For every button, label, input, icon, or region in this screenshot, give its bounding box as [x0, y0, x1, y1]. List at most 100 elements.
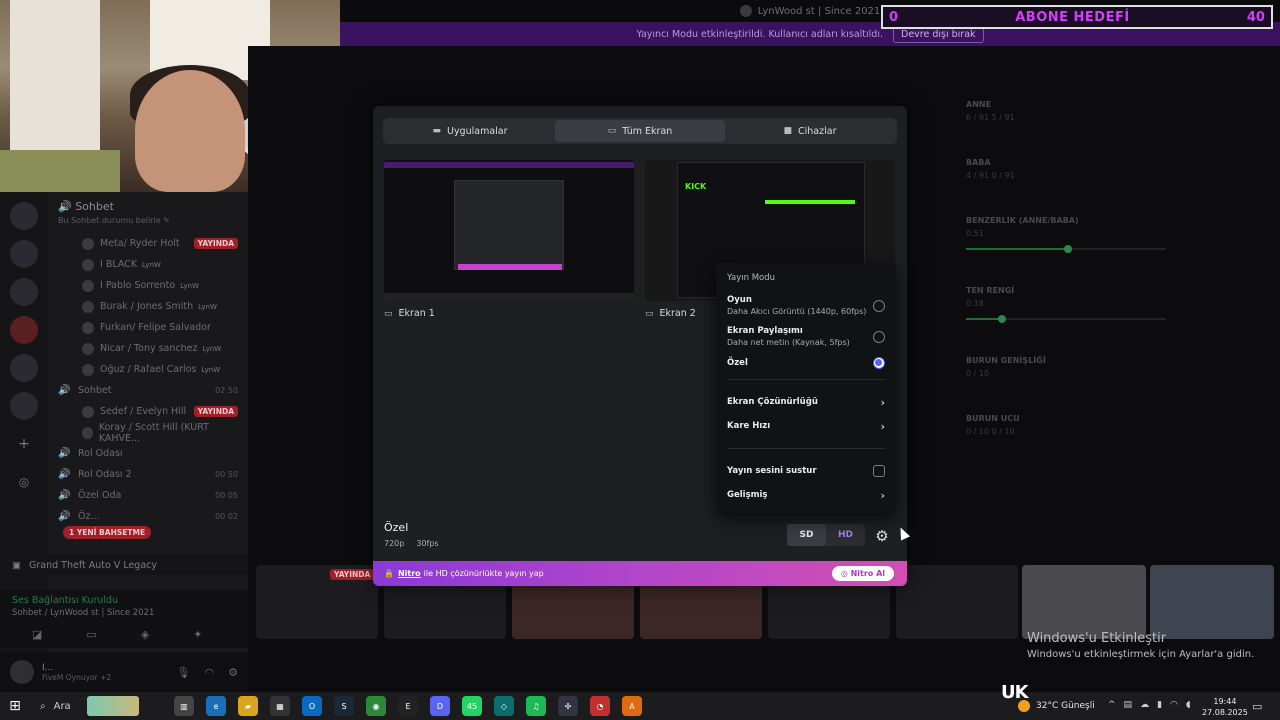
stream-settings-gear-icon[interactable]: ⚙ — [871, 525, 893, 547]
source-tabs: ▬ Uygulamalar ▭ Tüm Ekran ■ Cihazlar — [383, 118, 897, 144]
avatar[interactable] — [10, 660, 34, 684]
panel-section: TEN RENGİ 0.18 — [966, 286, 1166, 323]
server-icon[interactable] — [10, 316, 38, 344]
screen-icon: ▭ — [607, 126, 617, 136]
discord-icon[interactable]: D — [430, 696, 450, 716]
goal-left-value: 0 — [889, 9, 899, 25]
voice-channel-header[interactable]: 🔊 Sohbet Bu Sohbet durumu belirle ✎ — [48, 192, 248, 233]
stream-tile[interactable] — [1150, 565, 1274, 639]
mode-option-game[interactable]: Oyun Daha Akıcı Görüntü (1440p, 60fps) — [727, 295, 885, 316]
mode-option-screenshare[interactable]: Ekran Paylaşımı Daha net metin (Kaynak, 5… — [727, 326, 885, 347]
voice-member[interactable]: Nicar / Tony sanchez LynW — [48, 338, 248, 359]
get-nitro-button[interactable]: ◎ Nitro Al — [831, 566, 894, 581]
server-icon[interactable] — [10, 240, 38, 268]
usb-icon[interactable]: ▮ — [1157, 700, 1162, 710]
mute-checkbox[interactable] — [873, 465, 885, 477]
member-tag: LynW — [201, 365, 221, 374]
sd-button[interactable]: SD — [787, 524, 826, 546]
notification-icon[interactable]: ▭ — [1252, 700, 1262, 713]
voice-member[interactable]: Burak / Jones Smith LynW — [48, 296, 248, 317]
radio-button-selected[interactable] — [873, 357, 885, 369]
voice-channel[interactable]: 🔊 Öz... 00 02 — [48, 506, 248, 527]
activity-icon[interactable]: ◈ — [141, 628, 149, 641]
voice-member[interactable]: Oğuz / Rafael Carlos LynW — [48, 359, 248, 380]
radio-button[interactable] — [873, 330, 885, 343]
app-icon[interactable]: ◔ — [590, 696, 610, 716]
chrome-icon[interactable]: ◉ — [366, 696, 386, 716]
chevron-up-icon[interactable]: ^ — [1108, 700, 1116, 710]
screenshare-icon[interactable]: ▭ — [86, 628, 96, 641]
voice-member[interactable]: Sedef / Evelyn Hill YAYINDA — [48, 401, 248, 422]
radio-button[interactable] — [873, 299, 885, 312]
microphone-icon[interactable]: 🎙 — [177, 666, 191, 679]
channel-status[interactable]: Bu Sohbet durumu belirle ✎ — [58, 216, 238, 225]
search-highlight-image — [86, 696, 139, 716]
avatar — [82, 363, 94, 376]
similarity-slider[interactable] — [966, 245, 1166, 253]
server-icon[interactable] — [10, 354, 38, 382]
whatsapp-icon[interactable]: 45 — [462, 696, 482, 716]
task-view-icon[interactable]: ▥ — [174, 696, 194, 716]
tab-entire-screen[interactable]: ▭ Tüm Ekran — [555, 120, 725, 142]
settings-icon[interactable]: ⚙ — [228, 666, 238, 679]
screen-option-1[interactable]: ▭ Ekran 1 — [384, 160, 634, 319]
voice-channel[interactable]: 🔊 Sohbet 02 50 — [48, 380, 248, 401]
voice-member[interactable]: I BLACK LynW — [48, 254, 248, 275]
discover-icon[interactable]: ◎ — [10, 468, 38, 496]
search-placeholder: Ara — [53, 700, 71, 712]
voice-channel[interactable]: 🔊 Özel Oda 00 05 — [48, 485, 248, 506]
channel-name: Sohbet — [75, 200, 114, 213]
new-mention-badge[interactable]: 1 YENİ BAHSETME — [63, 526, 152, 539]
steam-icon[interactable]: S — [334, 696, 354, 716]
voice-member[interactable]: Koray / Scott Hill (KURT KAHVE... — [48, 422, 248, 444]
app-icon[interactable]: A — [622, 696, 642, 716]
network-icon[interactable]: ▤ — [1124, 700, 1133, 710]
server-icon[interactable] — [10, 278, 38, 306]
speaker-icon: 🔊 — [58, 385, 71, 396]
edge-icon[interactable]: e — [206, 696, 226, 716]
soundboard-icon[interactable]: ✦ — [193, 628, 202, 641]
nitro-link[interactable]: Nitro — [398, 569, 421, 578]
epic-icon[interactable]: E — [398, 696, 418, 716]
taskbar-search[interactable]: ⌕ Ara — [30, 696, 160, 716]
live-badge: YAYINDA — [193, 238, 238, 249]
cloud-icon[interactable]: ☁ — [1140, 700, 1149, 710]
voice-channel[interactable]: 🔊 Rol Odası — [48, 443, 248, 464]
app-icon[interactable]: ✣ — [558, 696, 578, 716]
mode-option-custom[interactable]: Özel — [727, 357, 885, 369]
server-icon[interactable] — [10, 392, 38, 420]
voice-channel-text[interactable]: Sohbet / LynWood st | Since 2021 — [12, 608, 236, 618]
outlook-icon[interactable]: O — [302, 696, 322, 716]
headphones-icon[interactable]: ◠ — [205, 666, 215, 679]
game-activity[interactable]: ▣ Grand Theft Auto V Legacy — [0, 555, 248, 575]
voice-member[interactable]: Furkan/ Felipe Salvador — [48, 317, 248, 338]
screen-label: Ekran 2 — [659, 308, 696, 319]
skin-tone-slider[interactable] — [966, 315, 1166, 323]
spotify-icon[interactable]: ♫ — [526, 696, 546, 716]
thumb-banner — [384, 162, 634, 168]
stream-tile[interactable] — [896, 565, 1018, 639]
voice-channel[interactable]: 🔊 Rol Odası 2 00 50 — [48, 464, 248, 485]
taskbar-clock[interactable]: 19:44 27.08.2025 — [1202, 696, 1248, 718]
voice-member[interactable]: I Pablo Sorrento LynW — [48, 275, 248, 296]
advanced-menu-item[interactable]: Gelişmiş › — [727, 483, 885, 507]
volume-icon[interactable]: ◖ — [1186, 700, 1191, 710]
tab-applications[interactable]: ▬ Uygulamalar — [385, 120, 555, 142]
stream-tile[interactable] — [1022, 565, 1146, 639]
file-explorer-icon[interactable]: ▰ — [238, 696, 258, 716]
voice-connected-text: Ses Bağlantısı Kuruldu — [12, 595, 119, 606]
hd-button[interactable]: HD — [826, 524, 865, 546]
framerate-menu-item[interactable]: Kare Hızı › — [727, 414, 885, 438]
camera-off-icon[interactable]: ◪ — [32, 628, 42, 641]
resolution-menu-item[interactable]: Ekran Çözünürlüğü › — [727, 390, 885, 414]
voice-member[interactable]: Meta/ Ryder Holt YAYINDA — [48, 233, 248, 254]
store-icon[interactable]: ▦ — [270, 696, 290, 716]
server-icon[interactable] — [10, 202, 38, 230]
tab-devices[interactable]: ■ Cihazlar — [725, 120, 895, 142]
add-server-icon[interactable]: + — [10, 430, 38, 458]
weather-widget[interactable]: 32°C Güneşli — [1018, 700, 1095, 712]
vscode-icon[interactable]: ◇ — [494, 696, 514, 716]
mute-stream-option[interactable]: Yayın sesini sustur — [727, 459, 885, 483]
wifi-icon[interactable]: ◠ — [1170, 700, 1178, 710]
windows-start-icon[interactable]: ⊞ — [0, 698, 30, 714]
